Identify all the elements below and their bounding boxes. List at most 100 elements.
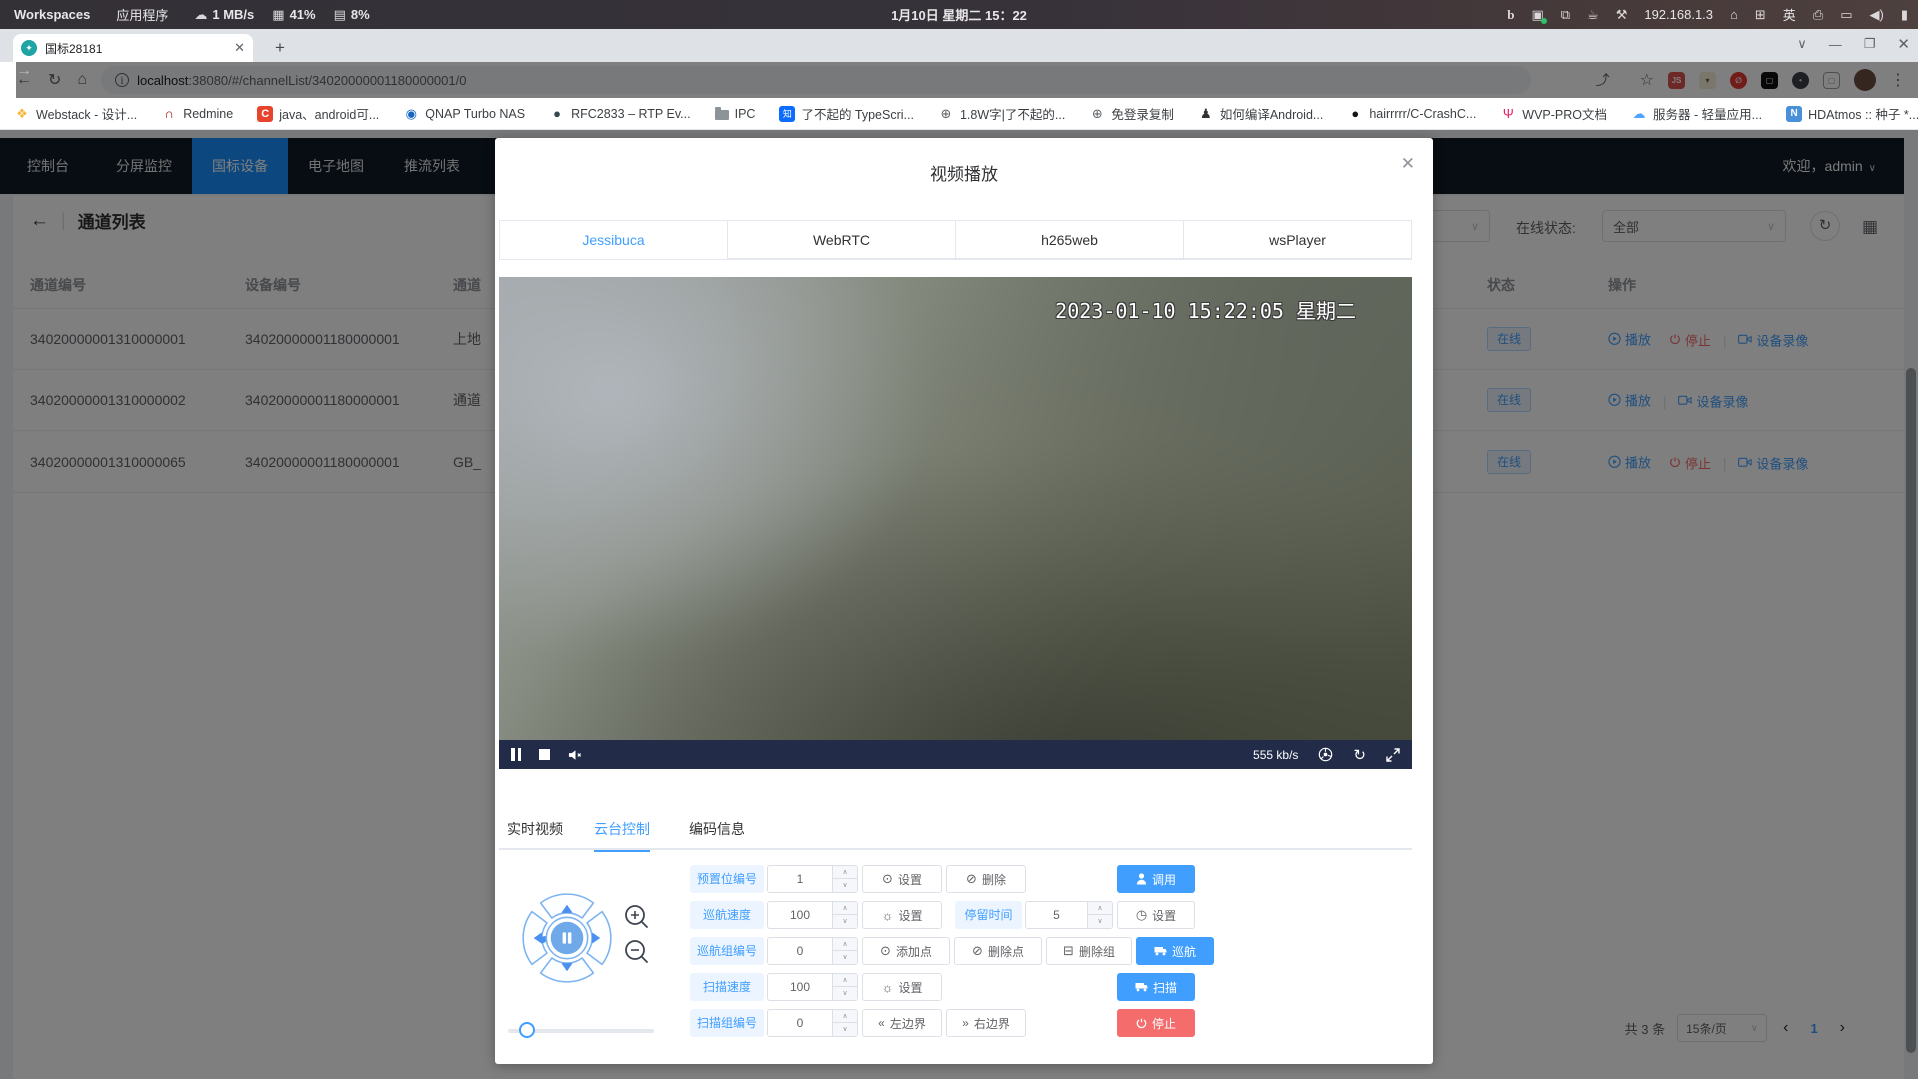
scan-left-bound-button[interactable]: «左边界 bbox=[862, 1009, 942, 1037]
volume-icon[interactable]: ◀) bbox=[1870, 7, 1884, 23]
cruise-group-value[interactable] bbox=[768, 938, 832, 964]
tab-ptz-control[interactable]: 云台控制 bbox=[594, 810, 650, 850]
stepper-up-icon[interactable]: ∧ bbox=[833, 866, 857, 879]
workspaces-button[interactable]: Workspaces bbox=[14, 7, 90, 22]
bookmark-rfc2833[interactable]: ●RFC2833 – RTP Ev... bbox=[549, 106, 691, 122]
stepper-up-icon[interactable]: ∧ bbox=[833, 974, 857, 987]
applications-button[interactable]: 应用程序 bbox=[116, 5, 168, 24]
window-switcher-icon[interactable]: ⊞ bbox=[1755, 7, 1766, 23]
tab-search-icon[interactable]: ∨ bbox=[1797, 36, 1807, 52]
cruise-speed-value[interactable] bbox=[768, 902, 832, 928]
timer-icon: ◷ bbox=[1136, 907, 1147, 923]
home-icon[interactable]: ⌂ bbox=[1730, 7, 1738, 22]
stepper-up-icon[interactable]: ∧ bbox=[833, 902, 857, 915]
dialog-title: 视频播放 bbox=[495, 160, 1433, 185]
dialog-close-icon[interactable]: ✕ bbox=[1401, 154, 1415, 174]
forward-button[interactable]: → bbox=[16, 62, 1918, 98]
stepper-up-icon[interactable]: ∧ bbox=[1088, 902, 1112, 915]
cruise-speed-input[interactable]: ∧∨ bbox=[767, 901, 858, 929]
cruise-speed-set-button[interactable]: ☼设置 bbox=[862, 901, 942, 929]
scan-group-value[interactable] bbox=[768, 1010, 832, 1036]
fullscreen-icon[interactable] bbox=[1386, 748, 1400, 762]
bookmark-java-android[interactable]: Cjava、android可... bbox=[257, 104, 379, 123]
bookmark-qnap[interactable]: ◉QNAP Turbo NAS bbox=[403, 106, 525, 122]
browser-tab[interactable]: ✦ 国标28181 ✕ bbox=[13, 34, 253, 62]
rfc-favicon: ● bbox=[549, 106, 565, 122]
video-canvas[interactable]: 2023-01-10 15:22:05 星期二 上地村实大华 555 kb/s … bbox=[499, 277, 1412, 769]
tab-live-video[interactable]: 实时视频 bbox=[507, 810, 563, 850]
tab-wsplayer[interactable]: wsPlayer bbox=[1184, 221, 1411, 259]
input-method-indicator[interactable]: 英 bbox=[1783, 5, 1796, 24]
ip-address[interactable]: 192.168.1.3 bbox=[1644, 7, 1713, 22]
window-restore-button[interactable]: ❐ bbox=[1864, 36, 1876, 52]
location-delete-icon: ⊘ bbox=[966, 871, 977, 887]
stepper-up-icon[interactable]: ∧ bbox=[833, 1010, 857, 1023]
double-left-chevron-icon: « bbox=[878, 1016, 885, 1030]
pause-button[interactable] bbox=[511, 748, 521, 761]
bookmark-hdatmos[interactable]: NHDAtmos :: 种子 *... bbox=[1786, 104, 1918, 123]
phone-link-icon[interactable]: ⎙ bbox=[1813, 7, 1823, 23]
stepper-down-icon[interactable]: ∨ bbox=[833, 1023, 857, 1036]
webstack-favicon: ❖ bbox=[14, 106, 30, 122]
stay-time-input[interactable]: ∧∨ bbox=[1025, 901, 1113, 929]
refresh-icon[interactable]: ↻ bbox=[1353, 746, 1366, 764]
ptz-stop-button[interactable]: 停止 bbox=[1117, 1009, 1195, 1037]
screenshot-app-icon[interactable]: ▣ bbox=[1531, 7, 1543, 23]
scan-start-button[interactable]: 扫描 bbox=[1117, 973, 1195, 1001]
window-minimize-button[interactable]: — bbox=[1829, 37, 1842, 52]
stay-time-set-button[interactable]: ◷设置 bbox=[1117, 901, 1195, 929]
clipboard-icon[interactable]: ⧉ bbox=[1561, 7, 1570, 23]
mute-icon[interactable] bbox=[568, 748, 583, 762]
preset-set-button[interactable]: ⊙设置 bbox=[862, 865, 942, 893]
qnap-favicon: ◉ bbox=[403, 106, 419, 122]
preset-call-button[interactable]: 调用 bbox=[1117, 865, 1195, 893]
snapshot-icon[interactable] bbox=[1318, 747, 1333, 762]
tab-webrtc[interactable]: WebRTC bbox=[728, 221, 956, 259]
stepper-down-icon[interactable]: ∨ bbox=[833, 879, 857, 892]
tab-jessibuca[interactable]: Jessibuca bbox=[500, 221, 728, 259]
bookmark-webstack[interactable]: ❖Webstack - 设计... bbox=[14, 104, 137, 123]
bookmark-android-compile[interactable]: ♟如何编译Android... bbox=[1198, 104, 1324, 123]
stepper-up-icon[interactable]: ∧ bbox=[833, 938, 857, 951]
scan-group-input[interactable]: ∧∨ bbox=[767, 1009, 858, 1037]
bookmark-free-copy[interactable]: ⊕免登录复制 bbox=[1089, 104, 1174, 123]
stepper-down-icon[interactable]: ∨ bbox=[833, 951, 857, 964]
cruise-delete-group-button[interactable]: ⊟删除组 bbox=[1046, 937, 1132, 965]
cruise-start-button[interactable]: 巡航 bbox=[1136, 937, 1214, 965]
caffeine-icon[interactable]: ☕ bbox=[1587, 7, 1599, 23]
scan-right-bound-button[interactable]: »右边界 bbox=[946, 1009, 1026, 1037]
stay-time-value[interactable] bbox=[1026, 902, 1087, 928]
tab-codec-info[interactable]: 编码信息 bbox=[689, 810, 745, 850]
preset-number-input[interactable]: ∧∨ bbox=[767, 865, 858, 893]
stop-button[interactable] bbox=[539, 749, 550, 760]
tool-icon[interactable]: ⚒ bbox=[1616, 7, 1628, 23]
system-top-bar: Workspaces 应用程序 ☁1 MB/s ▦41% ▤8% 1月10日 星… bbox=[0, 0, 1918, 29]
bookmark-18w[interactable]: ⊕1.8W字|了不起的... bbox=[938, 104, 1065, 123]
battery-icon[interactable]: ▮ bbox=[1901, 7, 1908, 23]
cruise-add-point-button[interactable]: ⊙添加点 bbox=[862, 937, 950, 965]
new-tab-button[interactable]: + bbox=[268, 37, 292, 61]
preset-number-value[interactable] bbox=[768, 866, 832, 892]
stepper-down-icon[interactable]: ∨ bbox=[833, 915, 857, 928]
clock[interactable]: 1月10日 星期二 15：22 bbox=[891, 5, 1027, 24]
bookmark-ipc-folder[interactable]: IPC bbox=[715, 107, 756, 121]
scan-speed-input[interactable]: ∧∨ bbox=[767, 973, 858, 1001]
tab-close-icon[interactable]: ✕ bbox=[234, 40, 245, 56]
preset-delete-button[interactable]: ⊘删除 bbox=[946, 865, 1026, 893]
scan-speed-set-button[interactable]: ☼设置 bbox=[862, 973, 942, 1001]
scan-speed-value[interactable] bbox=[768, 974, 832, 1000]
stepper-down-icon[interactable]: ∨ bbox=[833, 987, 857, 1000]
window-close-button[interactable]: ✕ bbox=[1897, 35, 1910, 53]
display-icon[interactable]: ▭ bbox=[1840, 7, 1852, 23]
bookmark-redmine[interactable]: ∩Redmine bbox=[161, 106, 233, 122]
bookmark-wvp-pro[interactable]: ΨWVP-PRO文档 bbox=[1500, 104, 1607, 123]
stepper-down-icon[interactable]: ∨ bbox=[1088, 915, 1112, 928]
cruise-delete-point-button[interactable]: ⊘删除点 bbox=[954, 937, 1042, 965]
cruise-group-input[interactable]: ∧∨ bbox=[767, 937, 858, 965]
bookmark-typescript[interactable]: 知了不起的 TypeScri... bbox=[779, 104, 914, 123]
bookmark-github-crashc[interactable]: ●hairrrrr/C-CrashC... bbox=[1347, 106, 1476, 122]
csdn-favicon: C bbox=[257, 106, 273, 122]
bing-tray-icon[interactable]: b bbox=[1507, 7, 1514, 23]
bookmark-cloud-server[interactable]: ☁服务器 - 轻量应用... bbox=[1631, 104, 1762, 123]
tab-h265web[interactable]: h265web bbox=[956, 221, 1184, 259]
